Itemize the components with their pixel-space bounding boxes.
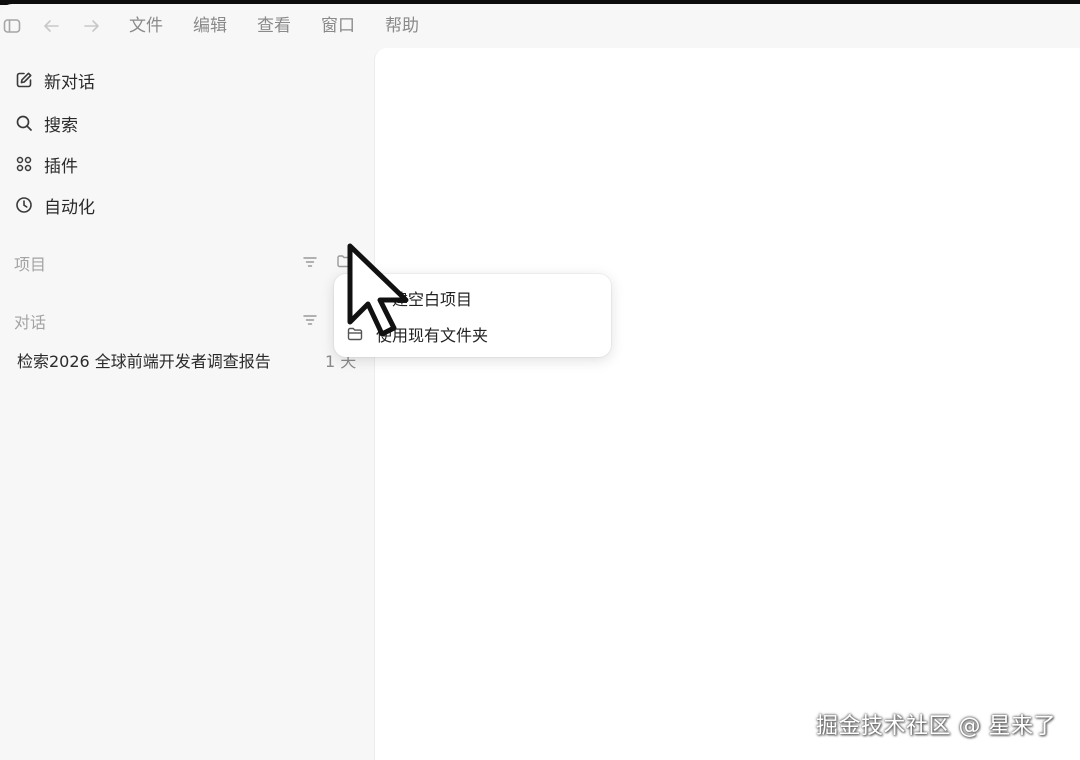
menu-window[interactable]: 窗口 xyxy=(321,15,355,37)
edit-icon xyxy=(14,71,33,90)
sidebar-toggle-icon[interactable] xyxy=(2,16,22,36)
sidebar-item-plugins[interactable]: 插件 xyxy=(14,152,78,177)
clock-icon xyxy=(14,196,33,215)
menu-help[interactable]: 帮助 xyxy=(385,15,419,37)
sidebar-item-label: 自动化 xyxy=(44,197,95,218)
menu-bar: 文件 编辑 查看 窗口 帮助 xyxy=(129,15,449,37)
filter-icon[interactable] xyxy=(302,312,318,328)
main-panel xyxy=(374,48,1080,760)
sidebar-item-label: 插件 xyxy=(44,156,78,177)
projects-section-label: 项目 xyxy=(14,255,47,274)
sidebar-item-label: 新对话 xyxy=(44,72,95,93)
menu-file[interactable]: 文件 xyxy=(129,15,163,37)
sidebar: 新对话 搜索 插件 自动化 项目 对话 检索2026 全球前端开发者调查报告 1… xyxy=(0,48,374,760)
menu-view[interactable]: 查看 xyxy=(257,15,291,37)
back-arrow-icon[interactable] xyxy=(41,16,61,36)
conversation-item[interactable]: 检索2026 全球前端开发者调查报告 xyxy=(17,348,271,372)
sidebar-item-automation[interactable]: 自动化 xyxy=(14,193,95,218)
menu-edit[interactable]: 编辑 xyxy=(193,15,227,37)
title-bar: 文件 编辑 查看 窗口 帮助 xyxy=(0,4,1080,48)
watermark: 掘金技术社区 @ 星来了 xyxy=(816,714,1056,739)
sidebar-item-search[interactable]: 搜索 xyxy=(14,111,78,136)
forward-arrow-icon[interactable] xyxy=(82,16,102,36)
plugins-grid-icon xyxy=(14,155,33,174)
conversations-section-label: 对话 xyxy=(14,313,47,332)
filter-icon[interactable] xyxy=(302,254,318,270)
sidebar-item-label: 搜索 xyxy=(44,115,78,136)
search-icon xyxy=(14,114,33,133)
sidebar-item-new-chat[interactable]: 新对话 xyxy=(14,68,95,93)
app-window: 文件 编辑 查看 窗口 帮助 新对话 搜索 插件 自动化 项目 对话 检索202… xyxy=(0,4,1080,760)
mouse-cursor-icon xyxy=(347,243,409,337)
